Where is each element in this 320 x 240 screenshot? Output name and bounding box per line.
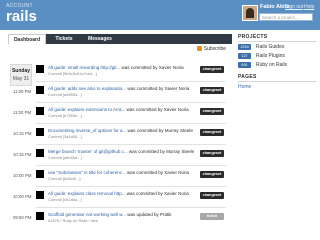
divider	[36, 186, 226, 187]
divider	[36, 144, 226, 145]
author-avatar[interactable]	[36, 86, 44, 94]
tab-tickets[interactable]: Tickets	[50, 34, 78, 44]
entry-suffix: was committed by Xavier Noria	[125, 191, 189, 196]
project-count-badge: 1254	[238, 44, 251, 50]
entry-suffix: was committed by Murray Steele	[126, 128, 193, 133]
author-avatar[interactable]	[36, 191, 44, 199]
feed-entry: 10:00 PM All guide: explains class remov…	[8, 190, 232, 208]
feed-entry: 10:00 PM use "Subclasses" in title for c…	[8, 169, 232, 187]
sidebar: PROJECTS 1254 Rails Guides 127 Rails Plu…	[236, 30, 320, 240]
entry-title: All guide: adds see also to explanatio..…	[48, 86, 196, 91]
entry-time: 11:00 PM	[13, 110, 32, 115]
changeset-button[interactable]: changeset	[200, 108, 224, 115]
project-count-badge: 691	[238, 62, 251, 68]
entry-suffix: was committed by Xavier Noria	[120, 65, 184, 70]
sign-out-link[interactable]: Sign out	[285, 4, 303, 10]
entry-title: All guide: small rewording http://git...…	[48, 65, 196, 70]
entry-suffix: was updated by Pratik	[125, 212, 172, 217]
changeset-button[interactable]: changeset	[200, 171, 224, 178]
changeset-button[interactable]: changeset	[200, 192, 224, 199]
feed-entry: 09:50 PM Scaffold generator not working …	[8, 211, 232, 229]
divider	[36, 207, 226, 208]
entry-commit: Commit [b7553e...]	[48, 113, 82, 118]
entry-commit: Commit [3a1a56...]	[48, 134, 82, 139]
ticket-button[interactable]: ticket	[200, 213, 224, 220]
changeset-button[interactable]: changeset	[200, 129, 224, 136]
entry-title: use "Subclasses" in title for coherenc..…	[48, 170, 196, 175]
account-name[interactable]: rails	[6, 9, 37, 25]
entry-link[interactable]: All guide: adds see also to explanatio..…	[48, 86, 126, 91]
entry-time: 10:00 PM	[13, 194, 32, 199]
entry-time: 10:15 PM	[13, 131, 32, 136]
entry-link[interactable]: use "Subclasses" in title for coherenc..…	[48, 170, 126, 175]
entry-commit: Commit [cb1aba...]	[48, 197, 82, 202]
entry-commit: #1878 / Ruby on Rails / new	[48, 218, 99, 223]
entry-time: 10:15 PM	[13, 152, 32, 157]
author-avatar[interactable]	[36, 65, 44, 73]
activity-feed: Subscribe Sunday May 31 All guide: small…	[8, 44, 232, 240]
tab-dashboard[interactable]: Dashboard	[8, 34, 46, 44]
feed-entry: 10:15 PM Documenting inverse_of options …	[8, 127, 232, 145]
changeset-button[interactable]: changeset	[200, 66, 224, 73]
entry-suffix: was committed by Xavier Noria	[126, 86, 190, 91]
entry-link[interactable]: Scaffold generator not working well w...	[48, 212, 126, 217]
entry-link[interactable]: Merge branch 'master' of git@github.c...	[48, 149, 128, 154]
entry-title: All guide: explains extensions to Arra..…	[48, 107, 196, 112]
entry-commit: Commit [a8c65a...]	[48, 155, 82, 160]
entry-time: 11:00 PM	[13, 89, 32, 94]
entry-link[interactable]: All guide: explains class removal http..…	[48, 191, 126, 196]
author-avatar[interactable]	[36, 107, 44, 115]
project-count-badge: 127	[238, 53, 251, 59]
project-item[interactable]: 1254 Rails Guides	[238, 43, 316, 51]
projects-heading: PROJECTS	[238, 34, 268, 40]
top-header: ACCOUNT rails Fabio Akita Sign out Help …	[0, 0, 320, 30]
divider	[36, 102, 226, 103]
project-label[interactable]: Rails Plugins	[256, 53, 285, 59]
feed-entry: All guide: small rewording http://git...…	[8, 64, 232, 82]
rss-icon	[196, 46, 202, 51]
author-avatar[interactable]	[36, 128, 44, 136]
divider	[36, 123, 226, 124]
entry-title: All guide: explains class removal http..…	[48, 191, 196, 196]
divider	[238, 41, 316, 42]
entry-suffix: was committed by Xavier Noria	[125, 107, 189, 112]
feed-entry: 11:00 PM All guide: explains extensions …	[8, 106, 232, 124]
user-avatar[interactable]	[242, 5, 258, 21]
project-item[interactable]: 691 Ruby on Rails	[238, 61, 316, 69]
changeset-button[interactable]: changeset	[200, 150, 224, 157]
feed-entry: 10:15 PM Merge branch 'master' of git@gi…	[8, 148, 232, 166]
project-label[interactable]: Ruby on Rails	[256, 62, 287, 68]
author-avatar[interactable]	[36, 170, 44, 178]
entry-suffix: was committed by Murray Steele	[127, 149, 195, 154]
divider	[36, 81, 226, 82]
divider	[36, 165, 226, 166]
feed-entry: 11:00 PM All guide: adds see also to exp…	[8, 85, 232, 103]
changeset-button[interactable]: changeset	[200, 87, 224, 94]
divider	[238, 81, 316, 82]
subscribe-link[interactable]: Subscribe	[196, 46, 226, 52]
entry-title: Merge branch 'master' of git@github.c...…	[48, 149, 196, 154]
entry-title: Scaffold generator not working well w...…	[48, 212, 196, 217]
entry-link[interactable]: All guide: small rewording http://git...	[48, 65, 120, 70]
entry-commit: Commit [8d5c6f...]	[48, 176, 81, 181]
entry-time: 10:00 PM	[13, 173, 32, 178]
entry-link[interactable]: Documenting inverse_of options for a...	[48, 128, 126, 133]
entry-link[interactable]: All guide: explains extensions to Arra..…	[48, 107, 125, 112]
project-label[interactable]: Rails Guides	[256, 44, 284, 50]
entry-commit: Commit [9b5c5c51a7ced...]	[48, 71, 97, 76]
entry-suffix: was committed by Xavier Noria	[125, 170, 190, 175]
help-link[interactable]: Help	[304, 4, 314, 10]
subscribe-label: Subscribe	[203, 46, 226, 52]
search-input[interactable]: Search a project...	[259, 13, 313, 21]
pages-heading: PAGES	[238, 74, 257, 80]
author-avatar[interactable]	[36, 149, 44, 157]
entry-time: 09:50 PM	[13, 215, 32, 220]
entry-commit: Commit [a6895d...]	[48, 92, 82, 97]
entry-title: Documenting inverse_of options for a... …	[48, 128, 196, 133]
tab-messages[interactable]: Messages	[82, 34, 118, 44]
tabs: Dashboard Tickets Messages	[8, 34, 232, 44]
page-link-home[interactable]: Home	[238, 84, 251, 90]
author-avatar[interactable]	[36, 212, 44, 220]
project-item[interactable]: 127 Rails Plugins	[238, 52, 316, 60]
